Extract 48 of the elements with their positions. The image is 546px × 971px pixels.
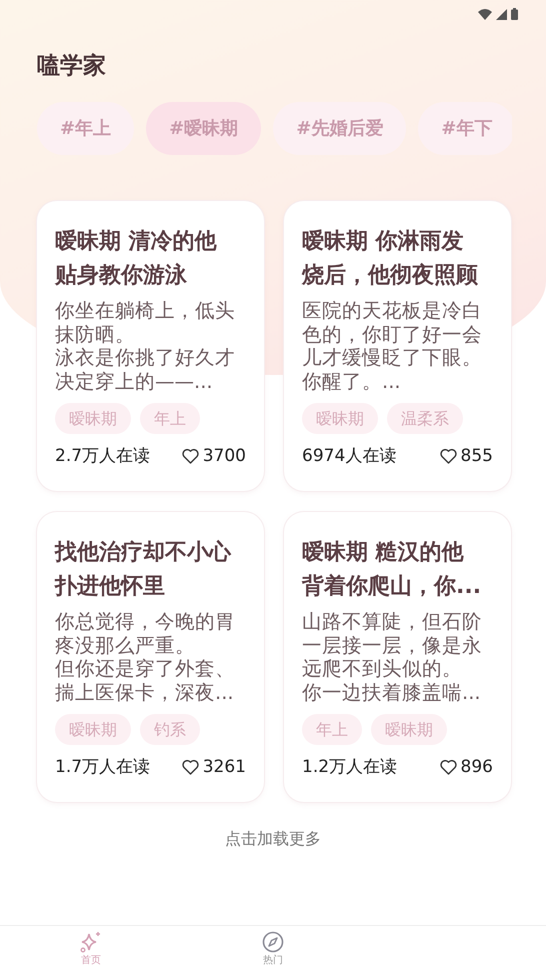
like-count: 3261 <box>202 756 246 778</box>
reader-count: 1.7万人在读 <box>55 756 150 778</box>
like-count: 855 <box>460 444 493 468</box>
story-excerpt: 但你还是穿了外套、揣上医保卡，深夜... <box>55 657 236 704</box>
story-title: 暧昧期 你淋雨发烧后，他彻夜照顾 <box>302 228 479 290</box>
story-tag: 年上 <box>302 714 362 744</box>
heart-icon[interactable] <box>440 760 457 775</box>
story-tag: 温柔系 <box>387 403 463 434</box>
story-card[interactable]: 找他治疗却不小心扑进他怀里 你总觉得，今晚的胃疼没那么严重。 但你还是穿了外套、揣上医保卡，深夜... 暧昧期 钓系 1.7万人在读 3261 <box>37 512 264 802</box>
topic-chip[interactable]: #暧昧期 <box>146 102 262 155</box>
sparkle-icon <box>80 931 102 953</box>
heart-icon[interactable] <box>182 448 199 464</box>
topic-chip[interactable]: #先婚后爱 <box>273 102 406 155</box>
story-excerpt: 医院的天花板是冷白色的，你盯了好一会儿才缓慢眨了下眼。 <box>302 299 483 370</box>
compass-icon <box>262 931 284 953</box>
story-title: 暧昧期 清冷的他贴身教你游泳 <box>55 228 218 290</box>
story-tag: 暧昧期 <box>371 714 447 744</box>
nav-tab[interactable]: 热门 <box>182 926 364 971</box>
heart-icon[interactable] <box>182 760 199 775</box>
story-excerpt: 山路不算陡，但石阶一层接一层，像是永远爬不到头似的。 <box>302 610 483 680</box>
story-title: 找他治疗却不小心扑进他怀里 <box>55 538 232 601</box>
story-card[interactable]: 暧昧期 糙汉的他背着你爬山，你... 山路不算陡，但石阶一层接一层，像是永远爬不到头似的。 你一边扶着膝盖喘... 年上 暧昧期 1.2万人在读 896 <box>284 512 511 802</box>
load-more-link[interactable]: 点击加载更多 <box>0 827 546 851</box>
battery-icon <box>511 8 518 20</box>
story-card[interactable]: 暧昧期 你淋雨发烧后，他彻夜照顾 医院的天花板是冷白色的，你盯了好一会儿才缓慢眨了下眼。 你醒了。... 暧昧期 温柔系 6974人在读 855 <box>284 201 511 491</box>
reader-count: 6974人在读 <box>302 444 396 468</box>
app-title: 嗑学家 <box>36 52 107 81</box>
story-tag: 暧昧期 <box>55 714 131 744</box>
story-excerpt: 你坐在躺椅上，低头抹防晒。 <box>55 299 236 346</box>
story-tag: 暧昧期 <box>302 403 378 434</box>
like-count: 3700 <box>202 444 246 468</box>
reader-count: 2.7万人在读 <box>55 444 150 468</box>
topic-chip[interactable]: #年下 <box>418 102 512 155</box>
signal-icon <box>496 8 507 20</box>
reader-count: 1.2万人在读 <box>302 756 398 778</box>
story-tag: 钓系 <box>140 714 200 744</box>
story-excerpt: 你一边扶着膝盖喘... <box>302 680 482 704</box>
wifi-icon <box>478 8 492 20</box>
story-tag: 暧昧期 <box>55 403 131 434</box>
story-excerpt: 你醒了。... <box>302 370 402 393</box>
story-tag: 年上 <box>140 403 200 434</box>
heart-icon[interactable] <box>440 448 457 464</box>
story-excerpt: 泳衣是你挑了好久才决定穿上的——... <box>55 346 236 393</box>
nav-tab[interactable]: 首页 <box>0 926 182 971</box>
story-title: 暧昧期 糙汉的他背着你爬山，你... <box>302 539 482 601</box>
story-card[interactable]: 暧昧期 清冷的他贴身教你游泳 你坐在躺椅上，低头抹防晒。 泳衣是你挑了好久才决定穿上的——... 暧昧期 年上 2.7万人在读 3700 <box>37 201 264 491</box>
story-excerpt: 你总觉得，今晚的胃疼没那么严重。 <box>55 610 236 657</box>
like-count: 896 <box>460 756 493 778</box>
